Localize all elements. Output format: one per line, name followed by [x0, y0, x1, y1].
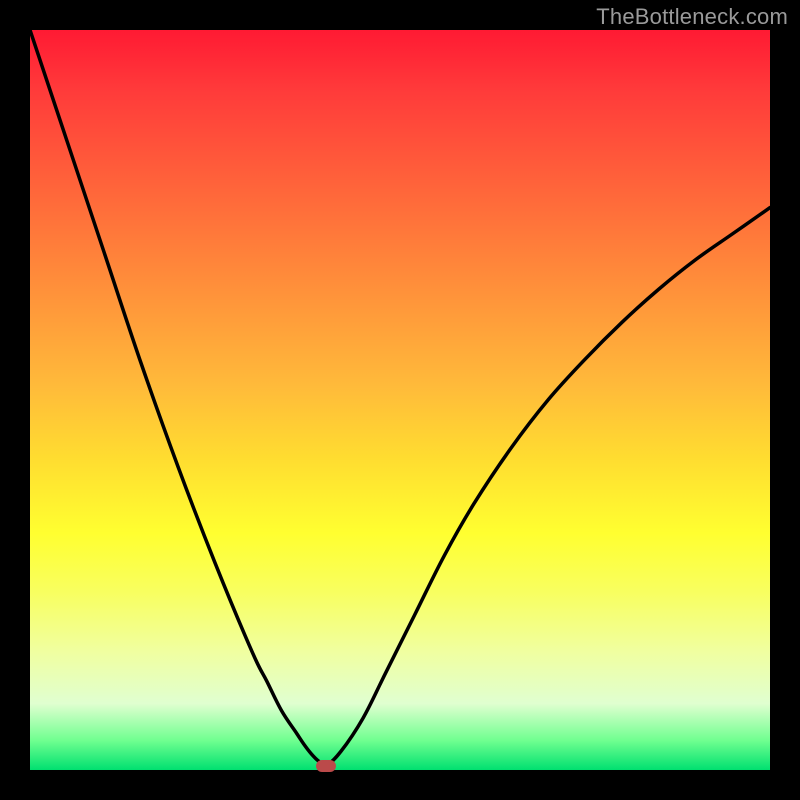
bottleneck-curve: [30, 30, 770, 766]
watermark-text: TheBottleneck.com: [596, 4, 788, 30]
chart-frame: TheBottleneck.com: [0, 0, 800, 800]
optimum-marker: [316, 760, 336, 772]
curve-svg: [30, 30, 770, 770]
plot-area: [30, 30, 770, 770]
